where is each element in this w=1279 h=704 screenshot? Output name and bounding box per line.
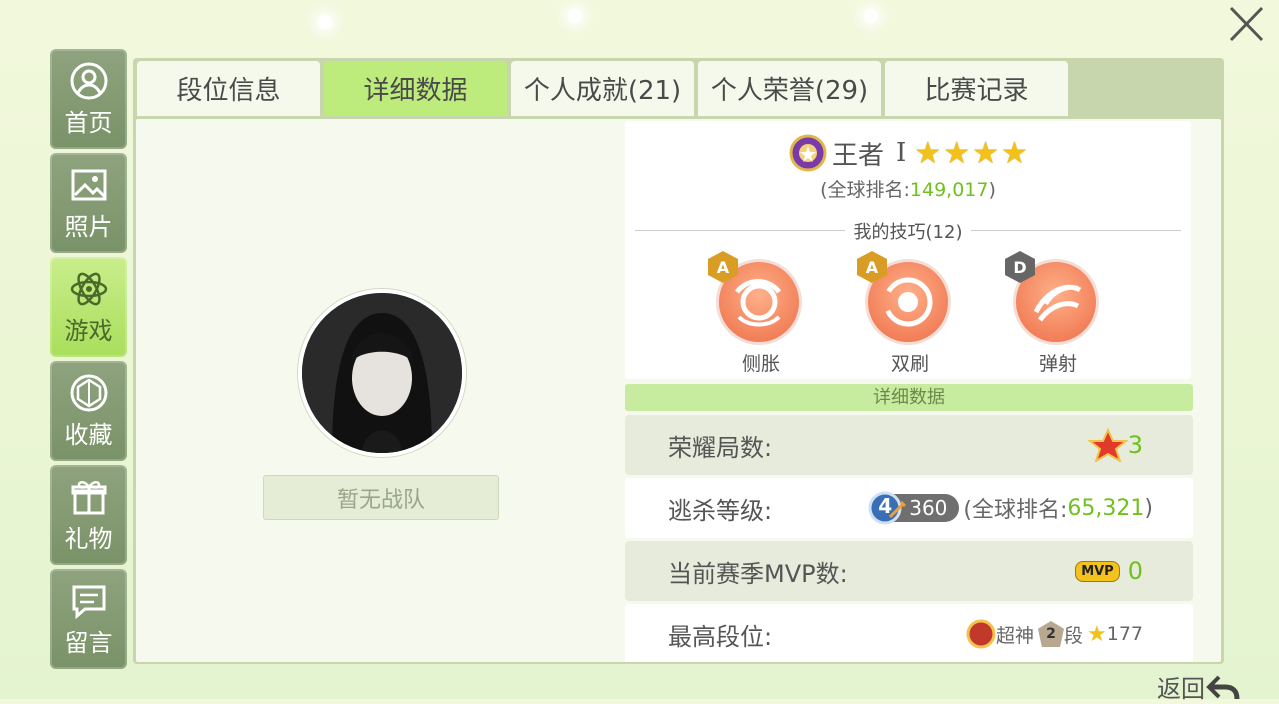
tab-honors[interactable]: 个人荣誉(29) — [698, 61, 881, 116]
detail-header-text: 详细数据 — [873, 387, 945, 408]
tab-match-history[interactable]: 比赛记录 — [885, 61, 1068, 116]
mvp-badge-icon: MVP — [1075, 560, 1120, 582]
sidebar: 首页 照片 游戏 收藏 礼物 留言 — [50, 49, 127, 673]
sidebar-item-label: 收藏 — [64, 420, 113, 449]
atom-icon — [70, 272, 107, 305]
stat-label: 当前赛季MVP数: — [668, 559, 848, 588]
skill-label: 弹射 — [1038, 353, 1077, 375]
king-rank-emblem-icon — [789, 134, 827, 172]
stat-value: MVP 0 — [1075, 557, 1143, 585]
sidebar-item-label: 游戏 — [64, 316, 113, 345]
stat-label: 最高段位: — [668, 622, 773, 651]
stat-value: 4 360 (全球排名: 65,321) — [868, 491, 1153, 525]
sidebar-item-gifts[interactable]: 礼物 — [50, 465, 127, 565]
superhero-rank-icon — [966, 619, 996, 649]
skill-item[interactable]: A 侧胀 — [708, 251, 806, 375]
home-user-icon — [70, 62, 107, 99]
tier-name: 超神 — [995, 624, 1034, 647]
tier-level-icon: 2 — [1037, 621, 1064, 647]
stat-value: 3 — [1087, 428, 1143, 462]
tier-suffix: 段 — [1063, 624, 1083, 647]
sidebar-item-photos[interactable]: 照片 — [50, 153, 127, 253]
gift-icon — [71, 480, 106, 514]
star-icon: ★ — [1087, 621, 1107, 647]
global-rank-prefix: (全球排名: — [820, 179, 910, 201]
return-arrow-icon — [1206, 675, 1240, 699]
level-pill: 4 360 — [868, 491, 960, 525]
sidebar-item-messages[interactable]: 留言 — [50, 569, 127, 669]
sidebar-item-label: 礼物 — [64, 524, 113, 553]
sidebar-item-label: 照片 — [64, 212, 113, 241]
mvp-count: 0 — [1127, 557, 1143, 585]
avatar-portrait — [302, 293, 462, 453]
global-rank-value: 149,017 — [909, 179, 989, 201]
tab-achievements[interactable]: 个人成就(21) — [511, 61, 694, 116]
photo-icon — [71, 169, 106, 200]
tab-label: 比赛记录 — [924, 76, 1029, 106]
stat-label: 荣耀局数: — [668, 433, 773, 462]
tab-label: 详细数据 — [363, 76, 468, 106]
skills-title: 我的技巧(12) — [635, 218, 1181, 244]
rank-card: 王者 I ★ ★ ★ ★ (全球排名:149,017) 我的技巧(12) A 侧 — [625, 121, 1191, 379]
kill-sword-icon — [889, 500, 907, 519]
sparkle — [318, 15, 332, 29]
tab-detailed-data[interactable]: 详细数据 — [324, 61, 507, 116]
star-count: 177 — [1106, 623, 1143, 645]
stat-label: 逃杀等级: — [668, 496, 773, 525]
rank-prefix: (全球排名: — [963, 498, 1068, 523]
glory-count: 3 — [1127, 431, 1143, 459]
kill-score: 360 — [909, 496, 948, 520]
rank-value: 65,321 — [1067, 495, 1145, 521]
stat-row-highest-rank: 最高段位: 超神 2 段 ★ 177 — [625, 604, 1193, 662]
star-icon: ★ — [943, 135, 971, 171]
avatar[interactable] — [298, 289, 466, 457]
sparkle — [864, 9, 878, 23]
tab-rank-info[interactable]: 段位信息 — [137, 61, 320, 116]
rank-tier: I — [896, 138, 907, 168]
close-icon — [1229, 6, 1264, 42]
sidebar-item-home[interactable]: 首页 — [50, 49, 127, 149]
stat-row-mvp: 当前赛季MVP数: MVP 0 — [625, 541, 1193, 601]
stat-row-battle-royale-level: 逃杀等级: 4 360 (全球排名: 65,321) — [625, 478, 1193, 538]
stat-value: 超神 2 段 ★ 177 — [966, 619, 1143, 649]
profile-column: 暂无战队 — [136, 119, 622, 662]
rank-line: 王者 I ★ ★ ★ ★ — [625, 133, 1191, 173]
global-rank-suffix: ) — [988, 179, 996, 201]
team-button[interactable]: 暂无战队 — [263, 475, 499, 520]
sidebar-item-favorites[interactable]: 收藏 — [50, 361, 127, 461]
skill-label: 侧胀 — [741, 353, 780, 375]
detail-header: 详细数据 — [625, 384, 1193, 411]
sidebar-item-games[interactable]: 游戏 — [50, 257, 127, 357]
stat-row-glory-games: 荣耀局数: 3 — [625, 415, 1193, 475]
skill-label: 双刷 — [890, 353, 929, 375]
skills-title-text: 我的技巧(12) — [853, 222, 963, 243]
sidebar-item-label: 留言 — [64, 628, 113, 657]
skill-item[interactable]: D 弹射 — [1005, 251, 1103, 375]
star-icon: ★ — [972, 135, 1000, 171]
tab-label: 个人荣誉(29) — [710, 76, 869, 106]
team-label: 暂无战队 — [336, 487, 425, 513]
sparkle — [568, 9, 582, 23]
skill-item[interactable]: A 双刷 — [857, 251, 955, 375]
content-area: 暂无战队 王者 I ★ ★ ★ ★ (全球排名:149,017) 我的技巧(12… — [136, 119, 1221, 662]
rank-suffix: ) — [1144, 495, 1153, 521]
global-rank: (全球排名:149,017) — [625, 175, 1191, 202]
close-button[interactable] — [1222, 0, 1279, 50]
rank-name: 王者 — [832, 140, 885, 171]
sidebar-item-label: 首页 — [64, 108, 113, 137]
star-icon: ★ — [1001, 135, 1028, 171]
tab-label: 个人成就(21) — [523, 76, 682, 106]
tab-bar: 段位信息 详细数据 个人成就(21) 个人荣誉(29) 比赛记录 — [137, 61, 1072, 116]
main-panel: 段位信息 详细数据 个人成就(21) 个人荣誉(29) 比赛记录 暂无战队 王者… — [133, 58, 1224, 664]
tab-label: 段位信息 — [176, 76, 281, 106]
star-icon: ★ — [914, 135, 942, 171]
glory-medal-icon — [1087, 428, 1128, 462]
gem-icon — [70, 374, 107, 411]
message-icon — [72, 585, 105, 619]
